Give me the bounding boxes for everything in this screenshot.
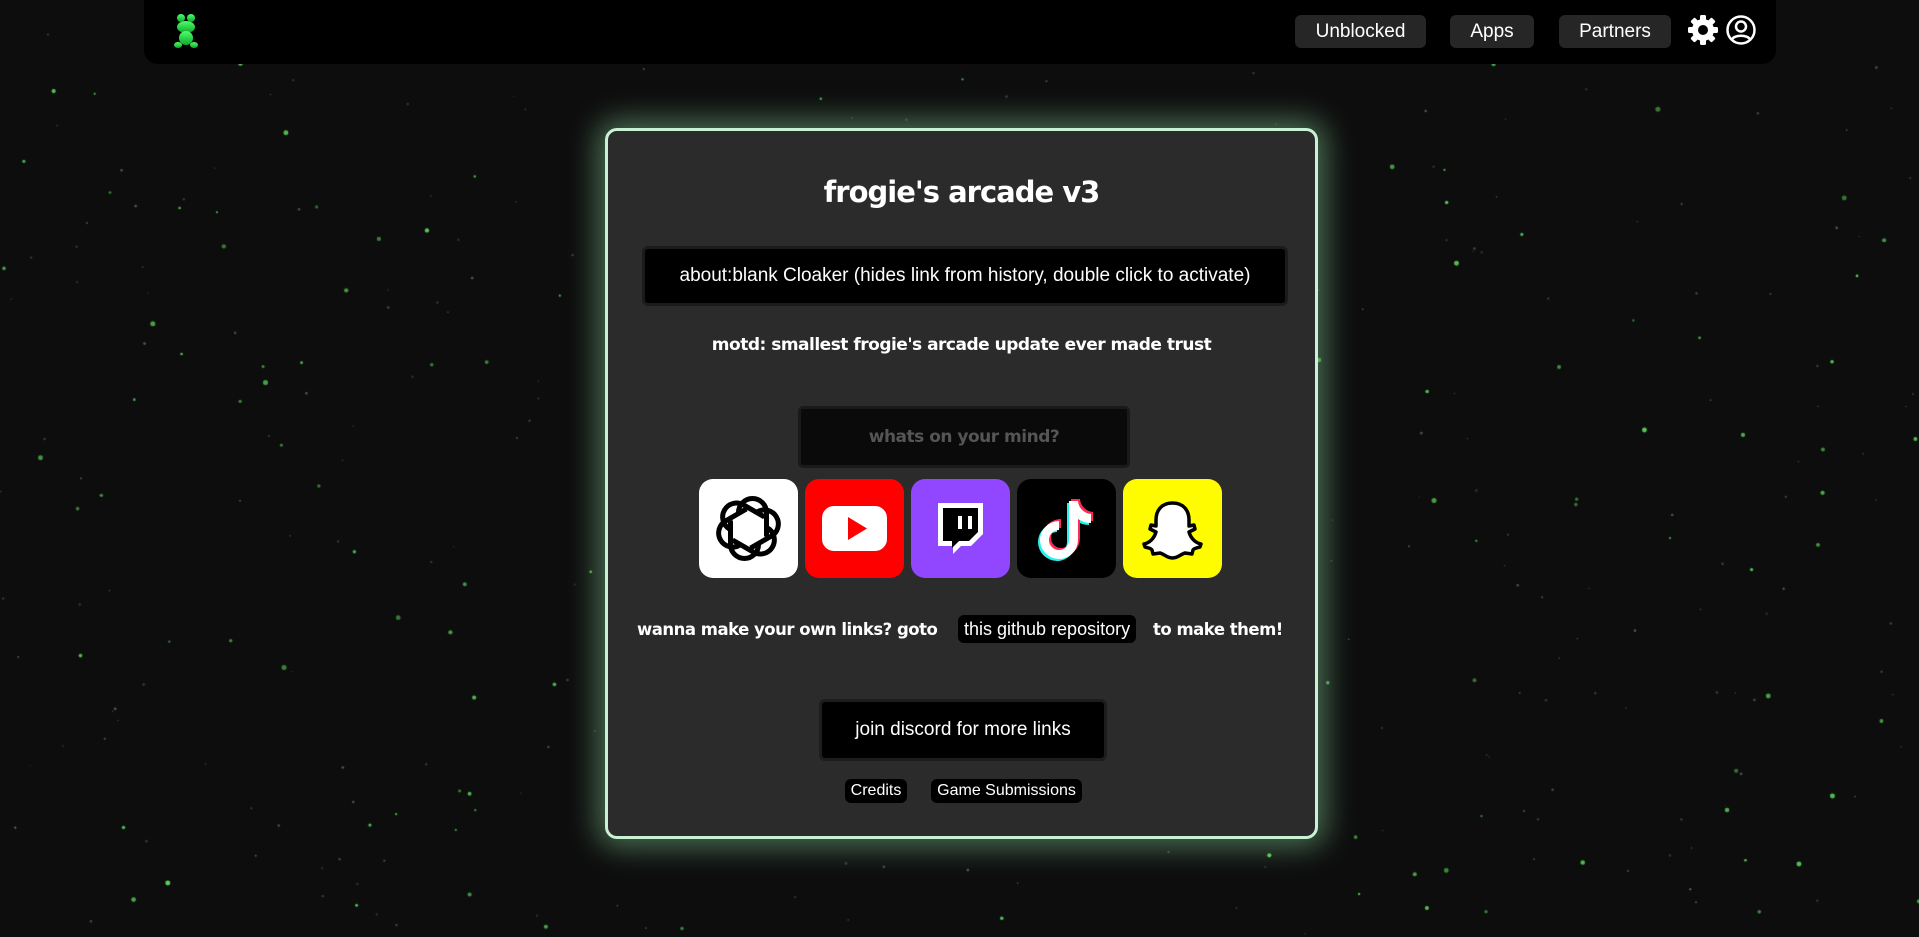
about-blank-cloaker-button[interactable]: about:blank Cloaker (hides link from his…	[642, 246, 1288, 306]
game-submissions-button[interactable]: Game Submissions	[931, 779, 1082, 803]
github-repository-link[interactable]: this github repository	[958, 615, 1137, 643]
main-card: frogie's arcade v3 about:blank Cloaker (…	[605, 128, 1318, 839]
youtube-app-tile[interactable]	[805, 479, 904, 578]
credits-button[interactable]: Credits	[845, 779, 907, 803]
openai-icon	[716, 496, 781, 561]
nav-apps-button[interactable]: Apps	[1450, 15, 1534, 48]
page-title: frogie's arcade v3	[823, 175, 1101, 209]
join-discord-button[interactable]: join discord for more links	[819, 699, 1107, 761]
whats-on-your-mind-input[interactable]	[798, 406, 1130, 468]
user-circle-icon[interactable]	[1725, 14, 1757, 46]
youtube-icon	[822, 506, 887, 551]
twitch-app-tile[interactable]	[911, 479, 1010, 578]
top-navbar: Unblocked Apps Partners	[144, 0, 1776, 64]
tiktok-app-tile[interactable]	[1017, 479, 1116, 578]
tiktok-icon	[1038, 499, 1093, 561]
nav-partners-button[interactable]: Partners	[1559, 15, 1671, 48]
motd-text: motd: smallest frogie's arcade update ev…	[711, 335, 1212, 355]
custom-links-row: wanna make your own links? goto this git…	[608, 615, 1315, 645]
twitch-icon	[938, 503, 983, 554]
snapchat-icon	[1142, 501, 1203, 560]
custom-links-suffix: to make them!	[1153, 620, 1283, 639]
custom-links-prefix: wanna make your own links? goto	[637, 620, 938, 639]
nav-unblocked-button[interactable]: Unblocked	[1295, 15, 1426, 48]
chatgpt-app-tile[interactable]	[699, 479, 798, 578]
gear-icon[interactable]	[1687, 14, 1719, 46]
snapchat-app-tile[interactable]	[1123, 479, 1222, 578]
frog-logo-icon[interactable]	[172, 12, 200, 50]
